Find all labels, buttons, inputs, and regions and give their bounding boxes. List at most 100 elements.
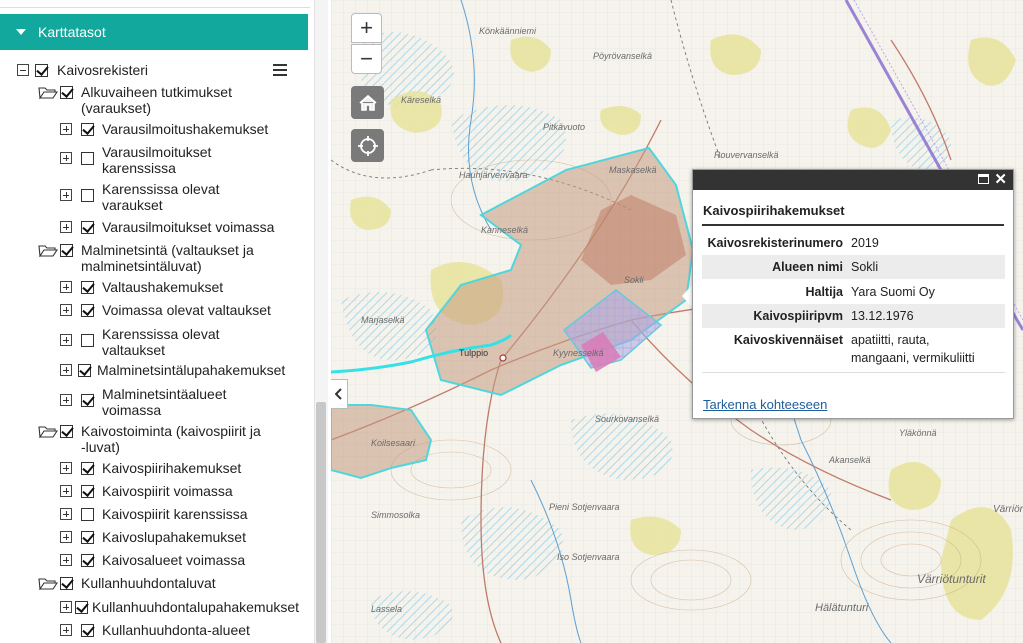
group-checkbox[interactable] bbox=[60, 86, 73, 99]
layer-checkbox[interactable] bbox=[81, 554, 94, 567]
group-label: Alkuvaiheen tutkimukset (varaukset) bbox=[81, 84, 232, 116]
layer-label: Varausilmoitukset voimassa bbox=[102, 219, 275, 235]
attribute-row: Kaivospiiripvm 13.12.1976 bbox=[702, 304, 1005, 328]
popup-titlebar: ✕ bbox=[693, 170, 1013, 190]
layer-label: Malminetsintälupahakemukset bbox=[97, 362, 286, 378]
tree-item-row: Kaivospiirit karenssissa bbox=[60, 506, 248, 522]
collapse-icon[interactable] bbox=[17, 64, 29, 76]
expand-icon[interactable] bbox=[60, 462, 72, 474]
layer-label-line1: Karenssissa olevat bbox=[102, 181, 220, 197]
tree-item-row: Varausilmoitukset voimassa bbox=[60, 219, 274, 235]
group-label-line2: (varaukset) bbox=[81, 100, 152, 116]
panel-top-edge bbox=[0, 0, 310, 8]
attribute-row: Alueen nimi Sokli bbox=[702, 255, 1005, 279]
locate-button[interactable] bbox=[351, 129, 384, 162]
divider bbox=[702, 224, 1004, 226]
layer-checkbox[interactable] bbox=[81, 189, 94, 202]
layer-checkbox[interactable] bbox=[78, 364, 91, 377]
expand-icon[interactable] bbox=[60, 601, 72, 613]
attribute-row: Kaivoskivennäiset apatiitti, rauta, mang… bbox=[702, 331, 1005, 373]
menu-icon[interactable] bbox=[273, 64, 287, 76]
tree-item-row: Karenssissa olevat varaukset bbox=[60, 181, 220, 213]
home-icon bbox=[358, 94, 377, 111]
place-label: Tulppio bbox=[459, 348, 489, 358]
expand-icon[interactable] bbox=[60, 508, 72, 520]
layer-checkbox[interactable] bbox=[81, 394, 94, 407]
expand-icon[interactable] bbox=[60, 394, 72, 406]
place-label: Rouvervanselkä bbox=[714, 150, 779, 160]
tree-group-row: Kullanhuuhdontaluvat bbox=[38, 575, 216, 591]
layer-label: Kaivosalueet voimassa bbox=[102, 552, 246, 568]
root-checkbox[interactable] bbox=[35, 64, 48, 77]
place-label: Hälätunturi bbox=[815, 602, 869, 614]
folder-open-icon[interactable] bbox=[38, 576, 58, 590]
layer-checkbox[interactable] bbox=[81, 531, 94, 544]
folder-open-icon[interactable] bbox=[38, 85, 58, 99]
place-label: Simmosolka bbox=[371, 510, 421, 520]
attribute-value: 13.12.1976 bbox=[851, 309, 914, 323]
scrollbar-thumb[interactable] bbox=[316, 402, 326, 643]
folder-open-icon[interactable] bbox=[38, 243, 58, 257]
layer-label: Kaivospiirit karenssissa bbox=[102, 506, 248, 522]
attribute-value: Sokli bbox=[851, 260, 879, 274]
expand-icon[interactable] bbox=[60, 531, 72, 543]
layer-checkbox[interactable] bbox=[81, 462, 94, 475]
expand-icon[interactable] bbox=[60, 334, 72, 346]
layer-checkbox[interactable] bbox=[81, 624, 94, 637]
layer-label: Kullanhuuhdonta-alueet bbox=[102, 622, 250, 638]
zoom-out-button[interactable]: − bbox=[351, 44, 382, 74]
maximize-icon[interactable] bbox=[978, 174, 989, 184]
karttatasot-header[interactable]: Karttatasot bbox=[0, 14, 308, 50]
group-label-line2: malminetsintäluvat) bbox=[81, 258, 202, 274]
layer-label: Varausilmoitushakemukset bbox=[102, 121, 269, 137]
group-checkbox[interactable] bbox=[60, 577, 73, 590]
layer-label-line2: valtaukset bbox=[102, 342, 166, 358]
layer-checkbox[interactable] bbox=[81, 304, 94, 317]
expand-icon[interactable] bbox=[60, 304, 72, 316]
root-label: Kaivosrekisteri bbox=[57, 62, 149, 78]
tree-item-row: Kaivospiirit voimassa bbox=[60, 483, 233, 499]
group-label-line2: -luvat) bbox=[81, 439, 120, 455]
attribute-key: Haltija bbox=[805, 285, 843, 299]
layer-label: Malminetsintäalueet voimassa bbox=[102, 386, 227, 418]
layer-checkbox[interactable] bbox=[81, 281, 94, 294]
layer-checkbox[interactable] bbox=[81, 508, 94, 521]
place-label: Värriötunturit bbox=[917, 572, 986, 586]
expand-icon[interactable] bbox=[60, 364, 72, 376]
group-label: Kaivostoiminta (kaivospiirit ja -luvat) bbox=[81, 423, 261, 455]
expand-icon[interactable] bbox=[60, 485, 72, 497]
attribute-key: Kaivosrekisterinumero bbox=[707, 235, 843, 250]
group-label-line1: Malminetsintä (valtaukset ja bbox=[81, 242, 254, 258]
layer-checkbox[interactable] bbox=[81, 123, 94, 136]
group-label: Kullanhuuhdontaluvat bbox=[81, 575, 216, 591]
folder-open-icon[interactable] bbox=[38, 424, 58, 438]
expand-icon[interactable] bbox=[60, 221, 72, 233]
expand-icon[interactable] bbox=[60, 624, 72, 636]
layer-checkbox[interactable] bbox=[81, 485, 94, 498]
group-checkbox[interactable] bbox=[60, 244, 73, 257]
layer-checkbox[interactable] bbox=[75, 601, 88, 614]
tree-group-row: Kaivostoiminta (kaivospiirit ja -luvat) bbox=[38, 423, 261, 455]
attribute-row: Haltija Yara Suomi Oy bbox=[702, 280, 1005, 304]
place-label: Pöyrövanselkä bbox=[593, 51, 653, 61]
place-label: Könkäänniemi bbox=[479, 26, 537, 36]
close-button[interactable]: ✕ bbox=[994, 171, 1007, 188]
layer-checkbox[interactable] bbox=[81, 334, 94, 347]
tree-item-row: Valtaushakemukset bbox=[60, 279, 223, 295]
expand-icon[interactable] bbox=[60, 189, 72, 201]
layer-checkbox[interactable] bbox=[81, 152, 94, 165]
layer-label-line1: Malminetsintäalueet bbox=[102, 386, 227, 402]
expand-icon[interactable] bbox=[60, 554, 72, 566]
expand-icon[interactable] bbox=[60, 152, 72, 164]
zoom-in-button[interactable]: + bbox=[351, 13, 382, 43]
expand-icon[interactable] bbox=[60, 123, 72, 135]
collapse-panel-button[interactable] bbox=[331, 379, 348, 409]
layer-label-line2: karenssissa bbox=[102, 160, 176, 176]
layer-label: Kaivospiirihakemukset bbox=[102, 460, 242, 476]
zoom-to-feature-link[interactable]: Tarkenna kohteeseen bbox=[703, 397, 827, 412]
place-label: Hauhjärvenvaara bbox=[459, 170, 528, 180]
expand-icon[interactable] bbox=[60, 281, 72, 293]
group-checkbox[interactable] bbox=[60, 425, 73, 438]
home-button[interactable] bbox=[351, 86, 384, 119]
layer-checkbox[interactable] bbox=[81, 221, 94, 234]
